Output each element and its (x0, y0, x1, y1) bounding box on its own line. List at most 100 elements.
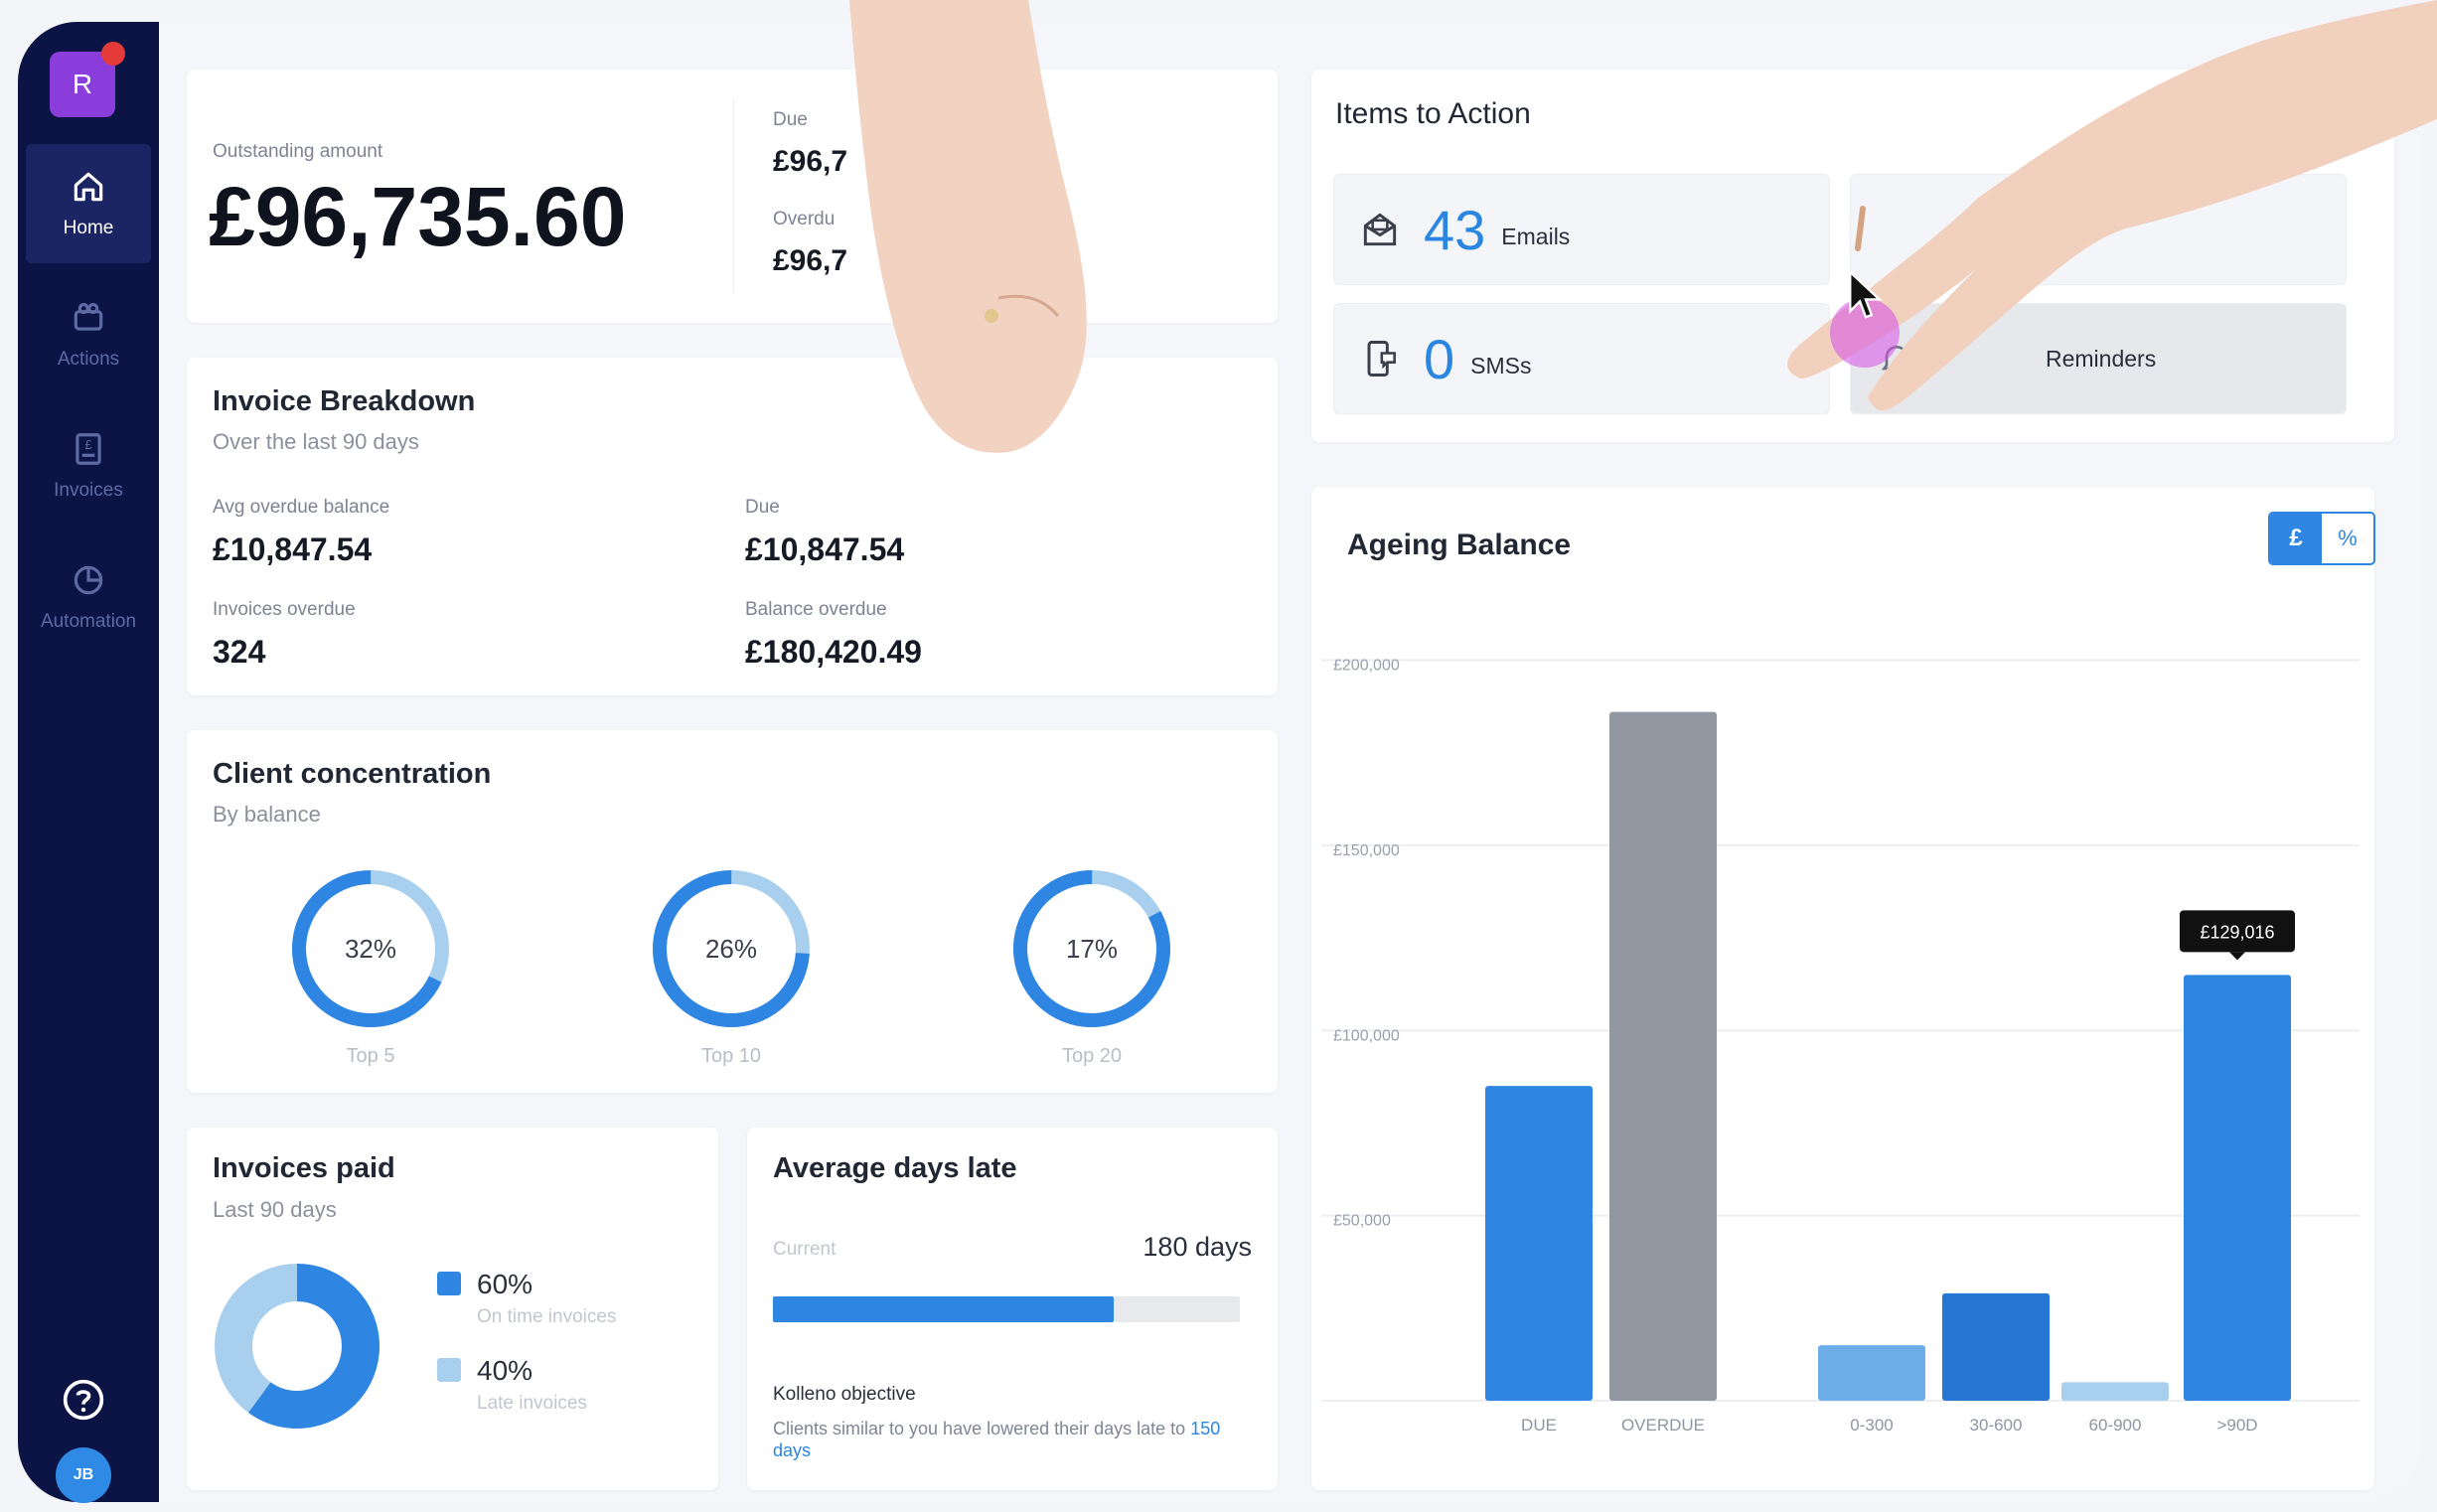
sms-label: SMSs (1470, 352, 1532, 378)
bar-30600[interactable] (1942, 1292, 2050, 1401)
donut-top10: 26% Top 10 (652, 869, 811, 1068)
card-title: Client concentration (213, 758, 492, 790)
donut-label: Top 10 (700, 1045, 762, 1067)
days-late-progress-track (773, 1296, 1240, 1322)
bar-90d[interactable] (2184, 975, 2291, 1401)
overdue-label: Overdu (773, 209, 836, 229)
sidebar-item-actions[interactable]: Actions (26, 275, 151, 394)
x-tick-label: DUE (1521, 1416, 1557, 1435)
sidebar-item-automation[interactable]: Automation (26, 537, 151, 657)
outstanding-card: Outstanding amount £96,735.60 Due £96,7 … (187, 70, 1278, 323)
sidebar-item-label: Invoices (54, 480, 123, 501)
donut-top5: 32% Top 5 (291, 869, 450, 1068)
workspace-initial: R (72, 69, 93, 99)
ageing-balance-card: Ageing Balance £ % £200,000 £150,000 £100,… (1311, 487, 2375, 1490)
tooltip-text: £129,016 (2200, 922, 2274, 942)
legend-label: On time invoices (477, 1306, 617, 1327)
legend-pct: 60% (477, 1269, 533, 1299)
objective-sentence: Clients similar to you have lowered thei… (773, 1419, 1186, 1438)
email-icon (1363, 213, 1397, 246)
card-subtitle: Over the last 90 days (213, 429, 419, 454)
avg-overdue-value: £10,847.54 (213, 531, 373, 567)
invoices-paid-donut (215, 1264, 380, 1429)
home-icon (74, 172, 103, 202)
y-tick-label: £100,000 (1333, 1027, 1400, 1044)
bar-60900[interactable] (2061, 1382, 2169, 1401)
bar-due[interactable] (1485, 1086, 1593, 1401)
balance-overdue-label: Balance overdue (745, 599, 887, 620)
balance-overdue-value: £180,420.49 (745, 634, 922, 670)
card-title: Invoices paid (213, 1152, 395, 1184)
invoices-paid-card: Invoices paid Last 90 days 60% On time i… (187, 1128, 718, 1490)
tooltip-arrow (2229, 952, 2245, 961)
client-concentration-card: Client concentration By balance 32% Top … (187, 730, 1278, 1093)
y-tick-label: £50,000 (1333, 1213, 1391, 1230)
phone-message-icon (1367, 341, 1396, 377)
svg-text:32%: 32% (345, 934, 396, 964)
invoices-overdue-value: 324 (213, 634, 266, 670)
sidebar: R Home Actions £ Invoices Automation JB (18, 22, 159, 1503)
sidebar-item-label: Home (63, 218, 114, 238)
legend-pct: 40% (477, 1355, 533, 1386)
due-label: Due (773, 109, 808, 130)
x-tick-label: OVERDUE (1621, 1416, 1705, 1435)
emails-label: Emails (1501, 223, 1571, 249)
svg-text:26%: 26% (705, 934, 757, 964)
card-subtitle: Last 90 days (213, 1197, 337, 1222)
toggle-currency[interactable]: £ (2270, 514, 2322, 563)
sidebar-item-label: Actions (57, 349, 120, 370)
x-tick-label: 60-900 (2089, 1416, 2142, 1435)
card-title: Average days late (773, 1152, 1017, 1184)
sidebar-item-home[interactable]: Home (26, 144, 151, 263)
svg-text:17%: 17% (1066, 934, 1118, 964)
reminders-tile[interactable]: Reminders (1850, 303, 2347, 414)
objective-text: Clients similar to you have lowered thei… (773, 1418, 1255, 1461)
pie-chart-icon (74, 565, 103, 595)
help-icon[interactable] (62, 1378, 105, 1422)
outstanding-amount: £96,735.60 (209, 170, 627, 263)
due-label: Due (745, 497, 780, 518)
sidebar-item-invoices[interactable]: £ Invoices (26, 406, 151, 526)
y-tick-label: £150,000 (1333, 842, 1400, 859)
sms-tile[interactable]: 0 SMSs (1333, 303, 1830, 414)
sms-count: 0 (1424, 327, 1455, 390)
days-late-progress-fill (773, 1296, 1115, 1322)
donut-chart: 26% (653, 870, 810, 1027)
overdue-value: £96,7 (773, 244, 848, 277)
bar-overdue[interactable] (1609, 711, 1717, 1401)
card-subtitle: By balance (213, 802, 321, 827)
donut-label: Top 5 (346, 1045, 395, 1067)
bar-0300[interactable] (1818, 1345, 1925, 1401)
reminders-label: Reminders (2046, 345, 2157, 372)
x-tick-label: >90D (2216, 1416, 2257, 1435)
legend-swatch-on-time (437, 1272, 461, 1295)
y-tick-label: £200,000 (1333, 658, 1400, 675)
emails-count: 43 (1424, 198, 1486, 261)
emails-tile[interactable]: 43 Emails (1333, 174, 1830, 285)
invoice-breakdown-card: Invoice Breakdown Over the last 90 days … (187, 358, 1278, 695)
toggle-percent[interactable]: % (2322, 514, 2373, 563)
card-title: Items to Action (1335, 97, 1531, 130)
donut-top20: 17% Top 20 (1012, 869, 1171, 1068)
due-value: £96,7 (773, 145, 848, 178)
x-tick-label: 0-300 (1850, 1416, 1893, 1435)
divider (733, 99, 734, 293)
sidebar-item-label: Automation (40, 611, 137, 632)
card-title: Ageing Balance (1347, 529, 1572, 561)
unit-toggle: £ % (2268, 512, 2375, 565)
avg-overdue-label: Avg overdue balance (213, 497, 390, 518)
svg-text:£: £ (84, 438, 91, 452)
donut-chart: 17% (1013, 870, 1170, 1027)
card-title: Invoice Breakdown (213, 385, 476, 417)
actions-icon (74, 302, 103, 331)
outstanding-label: Outstanding amount (213, 141, 383, 162)
items-to-action-card: Items to Action 43 Emails 0 SMSs Reminde… (1311, 70, 2394, 442)
due-value: £10,847.54 (745, 531, 905, 567)
objective-title: Kolleno objective (773, 1384, 916, 1405)
x-tick-label: 30-600 (1970, 1416, 2023, 1435)
empty-tile (1850, 174, 2347, 285)
average-days-late-card: Average days late Current 180 days Kolle… (747, 1128, 1278, 1490)
donut-chart: 32% (292, 870, 449, 1027)
user-avatar[interactable]: JB (56, 1447, 111, 1503)
user-initials: JB (73, 1466, 94, 1483)
